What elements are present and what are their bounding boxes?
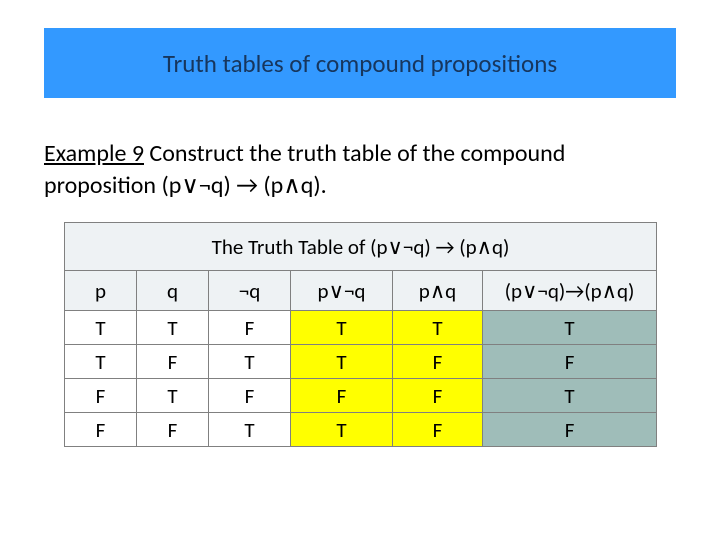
cell: T: [291, 311, 393, 345]
cell: F: [65, 413, 137, 447]
cell: F: [393, 413, 483, 447]
cell: F: [393, 379, 483, 413]
col-header-pvnotq: p∨¬q: [291, 271, 393, 311]
table-row: F F T T F F: [65, 413, 657, 447]
cell: F: [483, 413, 657, 447]
slide-title-band: Truth tables of compound propositions: [44, 28, 676, 98]
cell: T: [291, 345, 393, 379]
table-header-row: p q ¬q p∨¬q p∧q (p∨¬q)→(p∧q): [65, 271, 657, 311]
cell: F: [291, 379, 393, 413]
slide-title: Truth tables of compound propositions: [163, 48, 557, 79]
truth-table: The Truth Table of (p∨¬q) → (p∧q) p q ¬q…: [64, 222, 656, 447]
col-header-p: p: [65, 271, 137, 311]
table-caption-row: The Truth Table of (p∨¬q) → (p∧q): [65, 223, 657, 271]
col-header-notq: ¬q: [209, 271, 291, 311]
table-row: F T F F F T: [65, 379, 657, 413]
col-header-full: (p∨¬q)→(p∧q): [483, 271, 657, 311]
cell: T: [393, 311, 483, 345]
cell: F: [483, 345, 657, 379]
truth-table-grid: The Truth Table of (p∨¬q) → (p∧q) p q ¬q…: [64, 222, 657, 447]
table-row: T T F T T T: [65, 311, 657, 345]
cell: T: [209, 413, 291, 447]
cell: F: [137, 345, 209, 379]
cell: T: [137, 311, 209, 345]
col-header-q: q: [137, 271, 209, 311]
cell: T: [483, 311, 657, 345]
cell: F: [65, 379, 137, 413]
cell: T: [483, 379, 657, 413]
example-label: Example 9: [44, 139, 144, 168]
cell: F: [137, 413, 209, 447]
cell: F: [393, 345, 483, 379]
cell: T: [65, 311, 137, 345]
table-caption: The Truth Table of (p∨¬q) → (p∧q): [65, 223, 657, 271]
example-text-block: Example 9 Construct the truth table of t…: [44, 138, 676, 203]
cell: F: [209, 311, 291, 345]
cell: T: [209, 345, 291, 379]
cell: T: [137, 379, 209, 413]
col-header-pandq: p∧q: [393, 271, 483, 311]
cell: T: [291, 413, 393, 447]
table-row: T F T T F F: [65, 345, 657, 379]
cell: F: [209, 379, 291, 413]
cell: T: [65, 345, 137, 379]
